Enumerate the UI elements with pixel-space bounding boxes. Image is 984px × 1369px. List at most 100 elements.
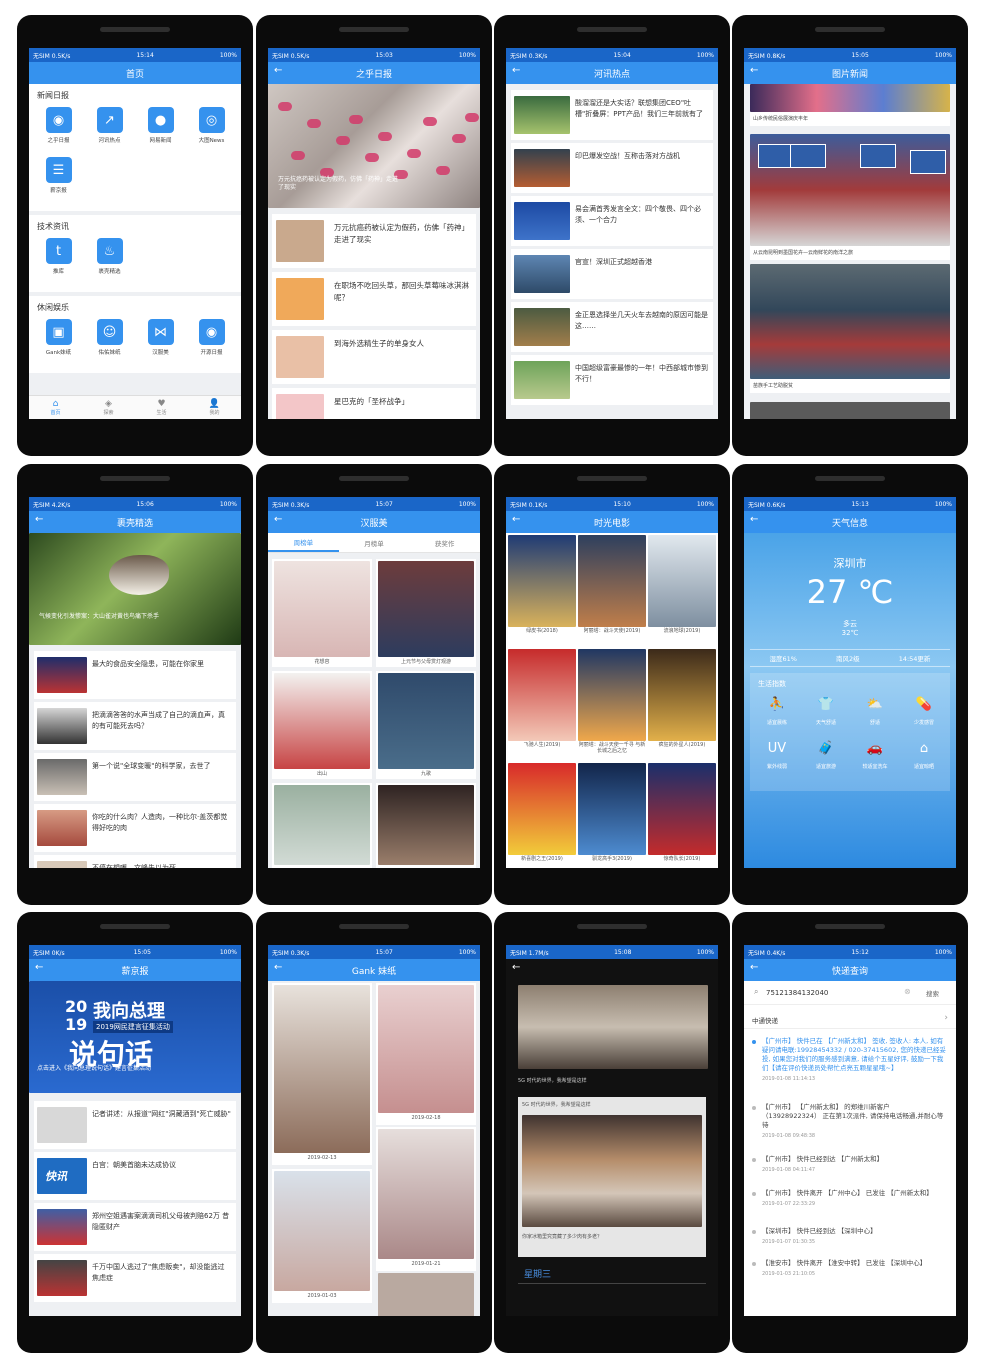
news-photo[interactable]	[750, 264, 950, 379]
back-arrow-icon[interactable]: ←	[274, 962, 282, 973]
movie-poster-card[interactable]: 惊奇队长(2019)	[648, 763, 716, 868]
nav-tab[interactable]: ♥ 生活	[135, 396, 188, 419]
photo-card[interactable]: 2019-01-21	[376, 1127, 476, 1271]
article-thumbnail[interactable]: 快讯	[37, 1158, 87, 1194]
news-thumbnail[interactable]	[514, 255, 570, 293]
life-index-item[interactable]: ⌂ 适宜晾晒	[901, 739, 947, 779]
article-thumbnail[interactable]	[276, 278, 324, 320]
clear-icon[interactable]: ⊗	[904, 987, 911, 996]
movie-poster[interactable]	[508, 763, 576, 855]
news-thumbnail[interactable]	[514, 202, 570, 240]
news-photo[interactable]	[750, 84, 950, 112]
article-row[interactable]: 把滴滴答答的水声当成了自己的滴血声，真的有可能死去吗？	[34, 702, 236, 750]
article-thumbnail[interactable]	[37, 708, 87, 744]
article-thumbnail[interactable]	[37, 1107, 87, 1143]
movie-poster-card[interactable]: 驯龙高手3(2019)	[578, 763, 646, 868]
hanfu-photo[interactable]	[274, 785, 370, 865]
video-thumbnail[interactable]	[522, 1115, 702, 1227]
back-arrow-icon[interactable]: ←	[512, 514, 520, 525]
search-button[interactable]: 搜索	[926, 988, 939, 998]
article-row[interactable]: 万元抗癌药被认定为假药，仿佛「药神」走进了现实	[272, 214, 476, 268]
article-row[interactable]: 不停在想嘴，文峰先以为死	[34, 855, 236, 868]
movie-poster-card[interactable]: 阿丽塔：战斗天使(2019)	[578, 535, 646, 647]
tracking-number-input[interactable]	[766, 986, 896, 1000]
app-tile[interactable]: ♨ 裹壳精选	[84, 238, 135, 288]
back-arrow-icon[interactable]: ←	[35, 962, 43, 973]
photo-card[interactable]	[376, 783, 476, 868]
tab-item[interactable]: 周榜单	[268, 533, 339, 552]
app-tile[interactable]: ⋈ 汉服美	[135, 319, 186, 369]
news-row[interactable]: 印巴爆发空战！互称击落对方战机	[511, 143, 713, 193]
article-row[interactable]: 在职场不吃回头草，那回头草莓味冰淇淋呢？	[272, 272, 476, 326]
movie-poster[interactable]	[578, 649, 646, 741]
back-arrow-icon[interactable]: ←	[274, 514, 282, 525]
hanfu-photo[interactable]	[378, 785, 474, 865]
movie-poster-card[interactable]: 流浪地球(2019)	[648, 535, 716, 647]
app-tile[interactable]: ◎ 大图News	[186, 107, 237, 157]
article-thumbnail[interactable]	[37, 1209, 87, 1245]
article-row[interactable]: 千万中国人逃过了"焦虑贩卖"，却没能逃过焦虑症	[34, 1254, 236, 1302]
life-index-item[interactable]: ⛹ 适宜晨练	[754, 695, 800, 735]
photo-card[interactable]	[272, 783, 372, 868]
back-arrow-icon[interactable]: ←	[750, 962, 758, 973]
movie-poster[interactable]	[648, 535, 716, 627]
news-thumbnail[interactable]	[514, 96, 570, 134]
news-thumbnail[interactable]	[514, 361, 570, 399]
article-thumbnail[interactable]	[276, 336, 324, 378]
movie-poster[interactable]	[578, 763, 646, 855]
photo-card[interactable]: 2019-01-03	[272, 1169, 372, 1303]
model-photo[interactable]	[378, 1273, 474, 1316]
movie-poster-card[interactable]: 飞驰人生(2019)	[508, 649, 576, 761]
photo-card[interactable]: 2019-02-13	[272, 983, 372, 1165]
banner-image[interactable]: 万元抗癌药被认定为假药，仿佛「药神」走进了现实	[268, 84, 480, 208]
article-row[interactable]: 郑州空姐遇害案滴滴司机父母被判赔62万 昔隐匿财产	[34, 1203, 236, 1251]
article-row[interactable]: 星巴克的「圣杯战争」	[272, 388, 476, 419]
photo-card[interactable]: 出山	[272, 671, 372, 779]
article-row[interactable]: 你吃的什么肉？人造肉，一种比尔·盖茨都觉得好吃的肉	[34, 804, 236, 852]
movie-poster[interactable]	[648, 649, 716, 741]
app-tile[interactable]: ↗ 河讯热点	[84, 107, 135, 157]
movie-poster[interactable]	[508, 649, 576, 741]
photo-card[interactable]: 山乡传统民俗展演庆丰年	[750, 84, 950, 126]
life-index-item[interactable]: 🚗 较适宜洗车	[852, 739, 898, 779]
life-index-item[interactable]: UV 紫外线弱	[754, 739, 800, 779]
banner-image[interactable]: 20 19 我向总理 2019网民建言征集活动 说句话 点击进入《我向总理说句话》建言征集…	[29, 981, 241, 1093]
life-index-item[interactable]: 💊 少发感冒	[901, 695, 947, 735]
article-thumbnail[interactable]	[276, 220, 324, 262]
article-row[interactable]: 到海外选精生子的单身女人	[272, 330, 476, 384]
courier-row[interactable]: 中通快递 ›	[744, 1011, 956, 1029]
news-row[interactable]: 中国超级富豪最惨的一年！中西部城市惨到不行！	[511, 355, 713, 405]
photo-card[interactable]: 2019-02-18	[376, 983, 476, 1125]
movie-poster-card[interactable]: 阿丽塔：战斗天使一千寻 与新长城之后之忆	[578, 649, 646, 761]
model-photo[interactable]	[378, 985, 474, 1113]
photo-card[interactable]: 九歌	[376, 671, 476, 779]
hanfu-photo[interactable]	[274, 561, 370, 657]
news-row[interactable]: 易会满首秀发言全文：四个敬畏、四个必须、一个合力	[511, 196, 713, 246]
movie-poster-card[interactable]: 绿皮书(2018)	[508, 535, 576, 647]
back-arrow-icon[interactable]: ←	[512, 962, 520, 973]
movie-poster[interactable]	[578, 535, 646, 627]
movie-poster-card[interactable]: 疯狂的外星人(2019)	[648, 649, 716, 761]
life-index-item[interactable]: 👕 天气舒适	[803, 695, 849, 735]
app-tile[interactable]: ☰ 薪京报	[33, 157, 84, 207]
news-row[interactable]: 官宣！深圳正式超越香港	[511, 249, 713, 299]
nav-tab[interactable]: 👤 我的	[188, 396, 241, 419]
back-arrow-icon[interactable]: ←	[35, 514, 43, 525]
photo-card[interactable]: 花想容	[272, 559, 372, 667]
model-photo[interactable]	[274, 1171, 370, 1291]
banner-image[interactable]: 气候变化引发惨案：大山雀对黄也鸟痛下杀手	[29, 533, 241, 645]
tab-item[interactable]: 获奖作	[409, 533, 480, 552]
nav-tab[interactable]: ◈ 探索	[82, 396, 135, 419]
hanfu-photo[interactable]	[378, 673, 474, 769]
back-arrow-icon[interactable]: ←	[274, 65, 282, 76]
back-arrow-icon[interactable]: ←	[750, 65, 758, 76]
app-tile[interactable]: ◉ 之乎日报	[33, 107, 84, 157]
article-thumbnail[interactable]	[276, 394, 324, 419]
video-card[interactable]: 5G 时代的世界，我希望是这样 你家冰箱里究竟藏了多少肉有多老？	[518, 1097, 706, 1257]
app-tile[interactable]: ☺ 佑佑妹纸	[84, 319, 135, 369]
article-row[interactable]: 最大的食品安全隐患，可能在你家里	[34, 651, 236, 699]
news-row[interactable]: 金正恩选择坐几天火车去越南的原因可能是这……	[511, 302, 713, 352]
app-tile[interactable]: ● 网易新闻	[135, 107, 186, 157]
model-photo[interactable]	[378, 1129, 474, 1259]
article-row[interactable]: 快讯 白宫：朝美首脑未达成协议	[34, 1152, 236, 1200]
